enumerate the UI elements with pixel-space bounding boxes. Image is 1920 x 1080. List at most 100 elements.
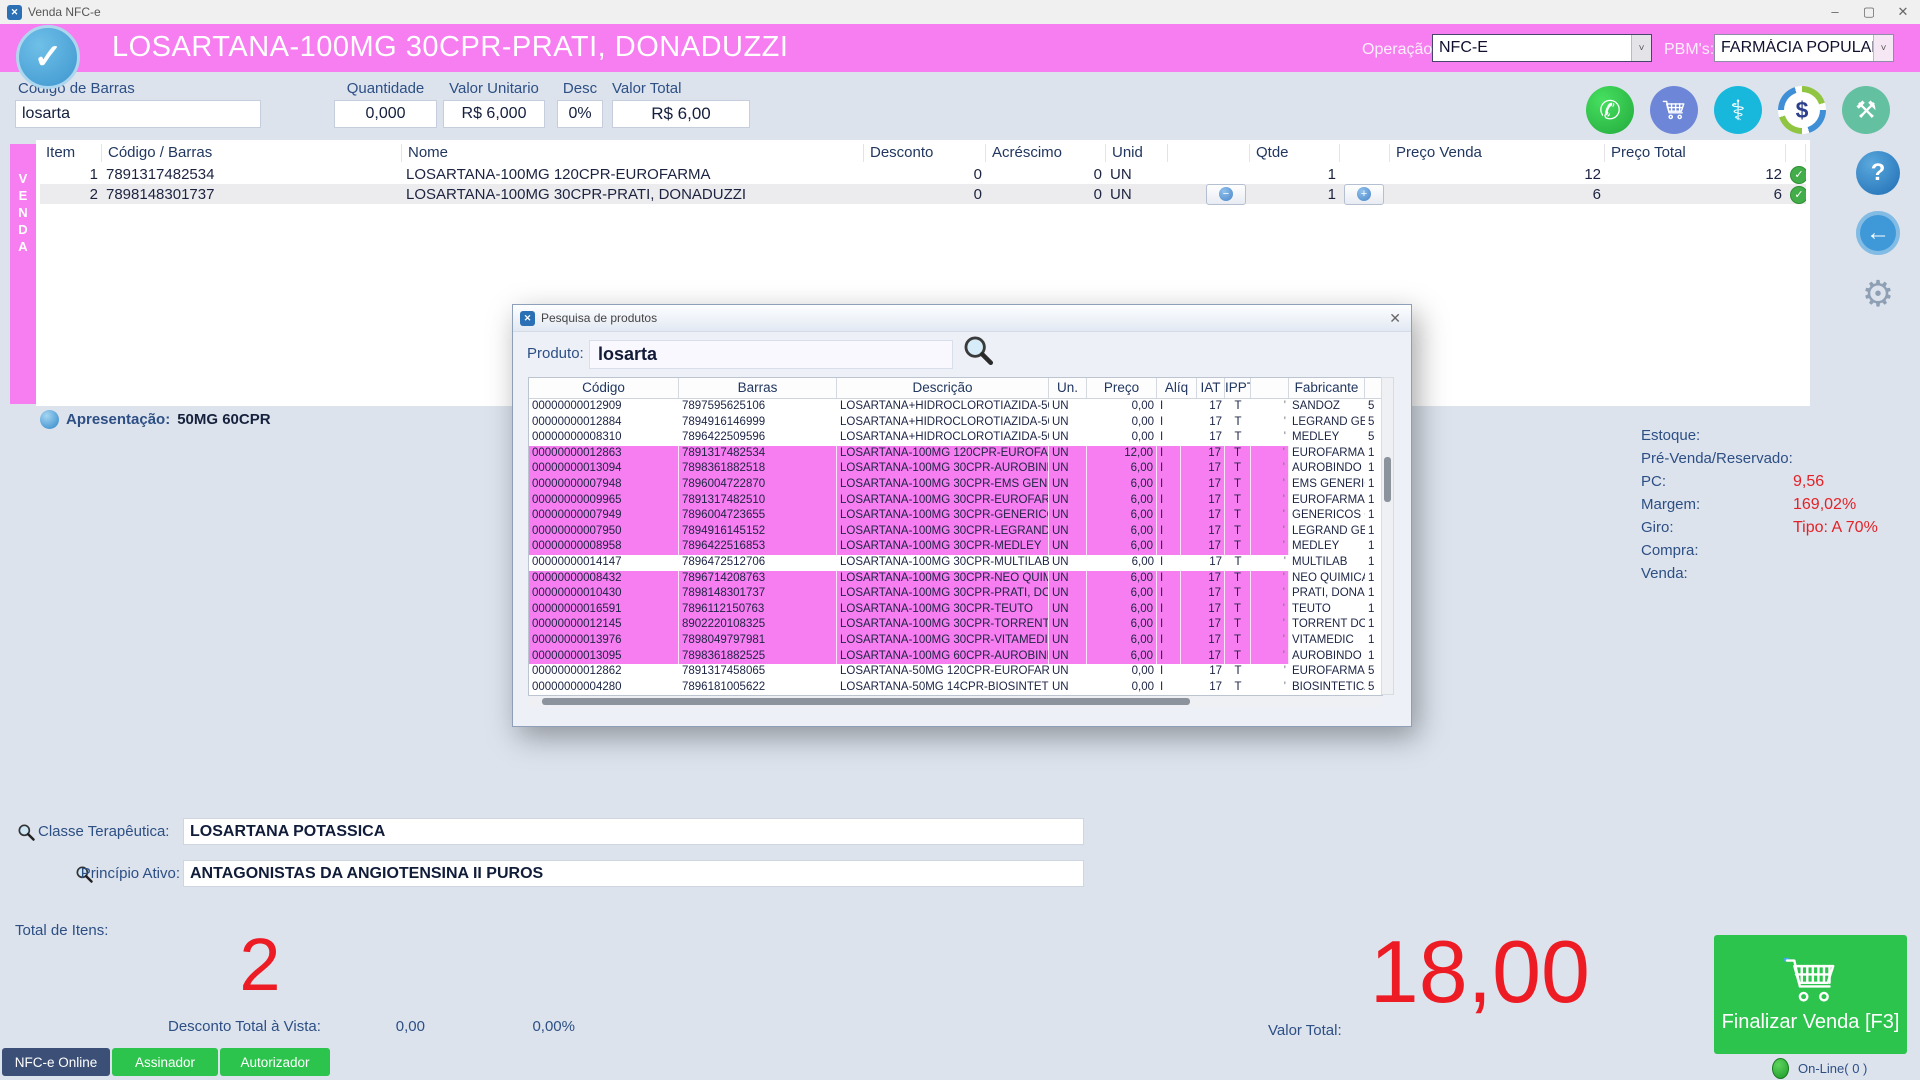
globe-icon: [40, 410, 59, 429]
product-row[interactable]: 000000000104307898148301737LOSARTANA-100…: [529, 586, 1382, 602]
search-icon[interactable]: [16, 822, 36, 847]
product-row[interactable]: 000000000139767898049797981LOSARTANA-100…: [529, 633, 1382, 649]
qty-plus-button[interactable]: +: [1344, 184, 1384, 205]
produto-search-input[interactable]: losarta: [589, 340, 953, 369]
product-row[interactable]: 000000000079487896004722870LOSARTANA-100…: [529, 477, 1382, 493]
cell-sep: ': [1251, 399, 1289, 415]
product-row[interactable]: 000000000130947898361882518LOSARTANA-100…: [529, 461, 1382, 477]
column-header: [1340, 144, 1390, 162]
cell-ippt: T: [1225, 680, 1251, 695]
pbm-select[interactable]: FARMÁCIA POPULAR ˅: [1714, 34, 1894, 62]
cell-preco: 6,00: [1087, 524, 1157, 540]
cell-un: UN: [1049, 461, 1087, 477]
cell-sep: ': [1251, 602, 1289, 618]
cell-fabricante: PRATI, DONA...: [1289, 586, 1365, 602]
pbm-value: FARMÁCIA POPULAR: [1715, 39, 1873, 57]
cell-descricao: LOSARTANA-100MG 30CPR-EUROFARMA: [837, 493, 1049, 509]
cell-codigo: 00000000008310: [529, 430, 679, 446]
product-row[interactable]: 000000000079507894916145152LOSARTANA-100…: [529, 524, 1382, 540]
principio-ativo-input[interactable]: ANTAGONISTAS DA ANGIOTENSINA II PUROS: [183, 860, 1084, 887]
product-row[interactable]: 000000000128637891317482534LOSARTANA-100…: [529, 446, 1382, 462]
product-row[interactable]: 000000000129097897595625106LOSARTANA+HID…: [529, 399, 1382, 415]
desc-input[interactable]: 0%: [557, 100, 603, 128]
sale-table-row[interactable]: 27898148301737LOSARTANA-100MG 30CPR-PRAT…: [40, 184, 1806, 204]
cell-barras: 7897595625106: [679, 399, 837, 415]
close-button[interactable]: ✕: [1886, 0, 1920, 24]
dialog-titlebar[interactable]: ✕ Pesquisa de produtos ✕: [513, 305, 1411, 332]
cell-aliq: I: [1157, 493, 1181, 509]
stock-value: 169,02%: [1793, 496, 1856, 514]
product-row[interactable]: 000000000121458902220108325LOSARTANA-100…: [529, 617, 1382, 633]
status-autorizador[interactable]: Autorizador: [220, 1048, 330, 1076]
product-row[interactable]: 000000000130957898361882525LOSARTANA-100…: [529, 649, 1382, 665]
product-row[interactable]: 000000000042807896181005622LOSARTANA-50M…: [529, 680, 1382, 695]
horizontal-scrollbar-thumb[interactable]: [542, 698, 1190, 705]
status-assinador[interactable]: Assinador: [112, 1048, 218, 1076]
cell-descricao: LOSARTANA-100MG 30CPR-LEGRAND GENER...: [837, 524, 1049, 540]
product-row[interactable]: 000000000141477896472512706LOSARTANA-100…: [529, 555, 1382, 571]
operacao-value: NFC-E: [1433, 39, 1631, 57]
whatsapp-icon[interactable]: ✆: [1586, 86, 1634, 134]
product-row[interactable]: 000000000079497896004723655LOSARTANA-100…: [529, 508, 1382, 524]
cell-sep: ': [1251, 493, 1289, 509]
cell-codigo: 00000000004280: [529, 680, 679, 695]
cell-preco: 0,00: [1087, 430, 1157, 446]
stethoscope-icon[interactable]: ⚕: [1714, 86, 1762, 134]
tools-icon[interactable]: ⚒: [1842, 86, 1890, 134]
stock-row: Giro:Tipo: A 70%: [1641, 516, 1909, 539]
cell-un: UN: [1049, 493, 1087, 509]
sale-table-row[interactable]: 17891317482534LOSARTANA-100MG 120CPR-EUR…: [40, 164, 1806, 184]
minimize-button[interactable]: –: [1818, 0, 1852, 24]
stock-row: Estoque:: [1641, 424, 1909, 447]
product-row[interactable]: 000000000099657891317482510LOSARTANA-100…: [529, 493, 1382, 509]
cell-aliq: I: [1157, 633, 1181, 649]
cell-fabricante: LEGRAND GEN...: [1289, 415, 1365, 431]
codigo-barras-input[interactable]: losarta: [15, 100, 261, 128]
cell-iat: 17: [1181, 446, 1225, 462]
cell-clip: 5: [1365, 430, 1382, 446]
sale-table-header: ItemCódigo / BarrasNomeDescontoAcréscimo…: [40, 142, 1806, 164]
cell-barras: 7898361882518: [679, 461, 837, 477]
gear-icon[interactable]: ⚙: [1856, 272, 1900, 316]
finalizar-venda-button[interactable]: Finalizar Venda [F3]: [1714, 935, 1907, 1054]
product-row[interactable]: 000000000128847894916146999LOSARTANA+HID…: [529, 415, 1382, 431]
product-row[interactable]: 000000000084327896714208763LOSARTANA-100…: [529, 571, 1382, 587]
back-button[interactable]: ←: [1856, 211, 1900, 255]
maximize-button[interactable]: ▢: [1852, 0, 1886, 24]
search-icon[interactable]: [961, 333, 995, 372]
chevron-down-icon[interactable]: ˅: [1873, 35, 1893, 61]
cell-un: UN: [1049, 399, 1087, 415]
window-titlebar: ✕ Venda NFC-e – ▢ ✕: [0, 0, 1920, 25]
dialog-close-icon[interactable]: ✕: [1389, 310, 1401, 327]
cell-preco: 6,00: [1087, 461, 1157, 477]
cell-clip: 1: [1365, 477, 1382, 493]
stock-label: Giro:: [1641, 519, 1793, 536]
product-row[interactable]: 000000000165917896112150763LOSARTANA-100…: [529, 602, 1382, 618]
stock-label: Compra:: [1641, 542, 1793, 559]
qty-minus-button[interactable]: −: [1206, 184, 1246, 205]
cell-item: 2: [40, 186, 102, 203]
cell-fabricante: MEDLEY: [1289, 539, 1365, 555]
column-header: Nome: [402, 144, 864, 162]
cell-ippt: T: [1225, 649, 1251, 665]
cell-fabricante: LEGRAND GEN...: [1289, 524, 1365, 540]
classe-terapeutica-input[interactable]: LOSARTANA POTASSICA: [183, 818, 1084, 845]
stock-row: Pré-Venda/Reservado:: [1641, 447, 1909, 470]
quantidade-input[interactable]: 0,000: [334, 100, 437, 128]
dollar-icon[interactable]: $: [1778, 86, 1826, 134]
chevron-down-icon[interactable]: ˅: [1631, 35, 1651, 61]
cell-barras: 7898148301737: [102, 186, 402, 203]
column-header: Descrição: [837, 378, 1049, 398]
vertical-scrollbar-thumb[interactable]: [1384, 457, 1391, 502]
product-row[interactable]: 000000000128627891317458065LOSARTANA-50M…: [529, 664, 1382, 680]
cell-sep: ': [1251, 415, 1289, 431]
product-row[interactable]: 000000000089587896422516853LOSARTANA-100…: [529, 539, 1382, 555]
cart-icon[interactable]: [1650, 86, 1698, 134]
product-row[interactable]: 000000000083107896422509596LOSARTANA+HID…: [529, 430, 1382, 446]
status-nfce-online[interactable]: NFC-e Online: [2, 1048, 110, 1076]
operacao-select[interactable]: NFC-E ˅: [1432, 34, 1652, 62]
valor-unitario-input[interactable]: R$ 6,000: [443, 100, 545, 128]
column-header: Qtde: [1250, 144, 1340, 162]
cell-ippt: T: [1225, 571, 1251, 587]
help-button[interactable]: ?: [1856, 151, 1900, 195]
